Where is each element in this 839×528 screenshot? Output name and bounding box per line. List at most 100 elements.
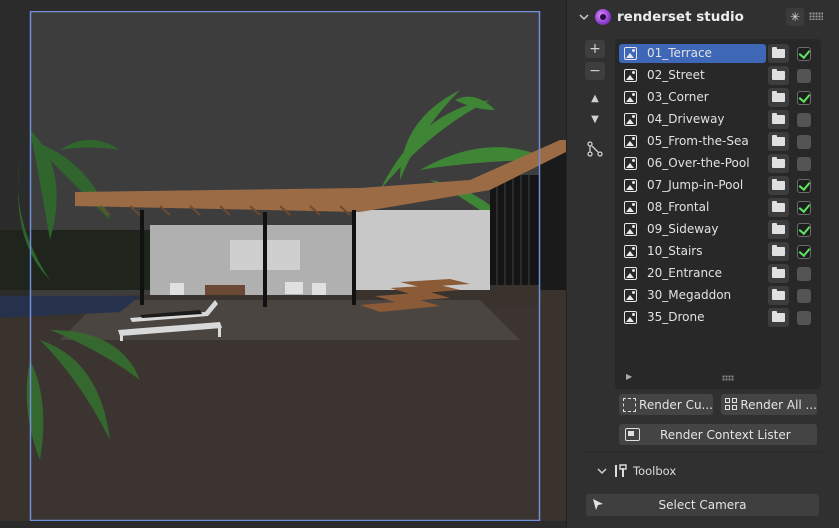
image-icon: [624, 91, 637, 104]
open-folder-button[interactable]: [768, 242, 789, 261]
context-row[interactable]: 20_Entrance: [619, 264, 819, 284]
include-checkbox[interactable]: [797, 69, 811, 83]
properties-panel: renderset studio ✳ + − ▲ ▼ 01_Terrace 02_…: [566, 0, 839, 528]
include-checkbox[interactable]: [797, 91, 811, 105]
open-folder-button[interactable]: [768, 176, 789, 195]
context-row[interactable]: 08_Frontal: [619, 198, 819, 218]
folder-icon: [772, 311, 785, 322]
open-folder-button[interactable]: [768, 286, 789, 305]
include-checkbox[interactable]: [797, 179, 811, 193]
panel-title: renderset studio: [617, 9, 744, 25]
remove-context-button[interactable]: −: [585, 62, 605, 80]
minus-icon: −: [589, 63, 601, 79]
include-checkbox[interactable]: [797, 135, 811, 149]
chevron-down-icon[interactable]: [579, 12, 589, 22]
context-name[interactable]: 08_Frontal: [647, 200, 709, 214]
expand-filter-icon[interactable]: ▶: [626, 372, 632, 381]
plus-icon: +: [589, 41, 601, 57]
render-current-button[interactable]: Render Cu...: [619, 394, 713, 415]
context-name[interactable]: 01_Terrace: [647, 46, 712, 60]
include-checkbox[interactable]: [797, 113, 811, 127]
settings-sparkle-icon[interactable]: ✳: [786, 8, 804, 26]
scene-render: [0, 0, 566, 528]
open-folder-button[interactable]: [768, 220, 789, 239]
image-icon: [624, 245, 637, 258]
move-down-button[interactable]: ▼: [585, 111, 605, 129]
context-row[interactable]: 10_Stairs: [619, 242, 819, 262]
folder-icon: [772, 157, 785, 168]
render-all-button[interactable]: Render All ...: [721, 394, 817, 415]
folder-icon: [772, 47, 785, 58]
open-folder-button[interactable]: [768, 44, 789, 63]
select-camera-button[interactable]: Select Camera: [586, 494, 819, 516]
context-row[interactable]: 04_Driveway: [619, 110, 819, 130]
context-row[interactable]: 35_Drone: [619, 308, 819, 328]
context-name[interactable]: 20_Entrance: [647, 266, 722, 280]
toolbox-header[interactable]: Toolbox: [597, 464, 676, 478]
context-row[interactable]: 03_Corner: [619, 88, 819, 108]
node-tree-icon: [587, 141, 603, 157]
toolbox-label: Toolbox: [633, 464, 677, 478]
open-folder-button[interactable]: [768, 154, 789, 173]
context-name[interactable]: 35_Drone: [647, 310, 705, 324]
context-name[interactable]: 06_Over-the-Pool: [647, 156, 750, 170]
context-row[interactable]: 30_Megaddon: [619, 286, 819, 306]
folder-icon: [772, 91, 785, 102]
open-folder-button[interactable]: [768, 88, 789, 107]
open-folder-button[interactable]: [768, 66, 789, 85]
context-name[interactable]: 10_Stairs: [647, 244, 702, 258]
drag-handle-icon[interactable]: [809, 12, 823, 20]
node-tree-button[interactable]: [585, 140, 605, 158]
divider: [583, 452, 823, 453]
chevron-down-icon[interactable]: [597, 466, 607, 476]
image-icon: [624, 113, 637, 126]
open-folder-button[interactable]: [768, 132, 789, 151]
context-row[interactable]: 07_Jump-in-Pool: [619, 176, 819, 196]
context-name[interactable]: 05_From-the-Sea: [647, 134, 749, 148]
context-row[interactable]: 06_Over-the-Pool: [619, 154, 819, 174]
context-name[interactable]: 07_Jump-in-Pool: [647, 178, 743, 192]
include-checkbox[interactable]: [797, 223, 811, 237]
folder-icon: [772, 201, 785, 212]
context-row[interactable]: 01_Terrace: [619, 44, 819, 64]
context-row[interactable]: 05_From-the-Sea: [619, 132, 819, 152]
context-name[interactable]: 03_Corner: [647, 90, 709, 104]
folder-icon: [772, 69, 785, 80]
triangle-down-icon: ▼: [591, 114, 599, 125]
context-name[interactable]: 09_Sideway: [647, 222, 719, 236]
include-checkbox[interactable]: [797, 157, 811, 171]
image-icon: [624, 223, 637, 236]
image-icon: [624, 69, 637, 82]
open-folder-button[interactable]: [768, 264, 789, 283]
image-icon: [624, 135, 637, 148]
render-all-label: Render All ...: [740, 397, 817, 412]
image-icon: [624, 47, 637, 60]
open-folder-button[interactable]: [768, 198, 789, 217]
panel-header[interactable]: renderset studio: [579, 6, 744, 28]
folder-icon: [772, 179, 785, 190]
open-folder-button[interactable]: [768, 308, 789, 327]
context-name[interactable]: 02_Street: [647, 68, 705, 82]
context-row[interactable]: 02_Street: [619, 66, 819, 86]
context-name[interactable]: 30_Megaddon: [647, 288, 731, 302]
list-resize-grip-icon[interactable]: [722, 375, 734, 381]
image-icon: [624, 267, 637, 280]
include-checkbox[interactable]: [797, 289, 811, 303]
open-folder-button[interactable]: [768, 110, 789, 129]
select-camera-label: Select Camera: [658, 498, 747, 512]
render-context-list[interactable]: 01_Terrace 02_Street 03_Corner 04_Driveway 0…: [615, 39, 821, 389]
include-checkbox[interactable]: [797, 201, 811, 215]
3d-viewport[interactable]: ›: [0, 0, 566, 528]
move-up-button[interactable]: ▲: [585, 90, 605, 108]
include-checkbox[interactable]: [797, 47, 811, 61]
context-row[interactable]: 09_Sideway: [619, 220, 819, 240]
folder-icon: [772, 223, 785, 234]
image-icon: [624, 289, 637, 302]
include-checkbox[interactable]: [797, 245, 811, 259]
include-checkbox[interactable]: [797, 267, 811, 281]
include-checkbox[interactable]: [797, 311, 811, 325]
render-current-label: Render Cu...: [639, 397, 713, 412]
add-context-button[interactable]: +: [585, 40, 605, 58]
render-context-lister-button[interactable]: Render Context Lister: [619, 424, 817, 445]
context-name[interactable]: 04_Driveway: [647, 112, 725, 126]
